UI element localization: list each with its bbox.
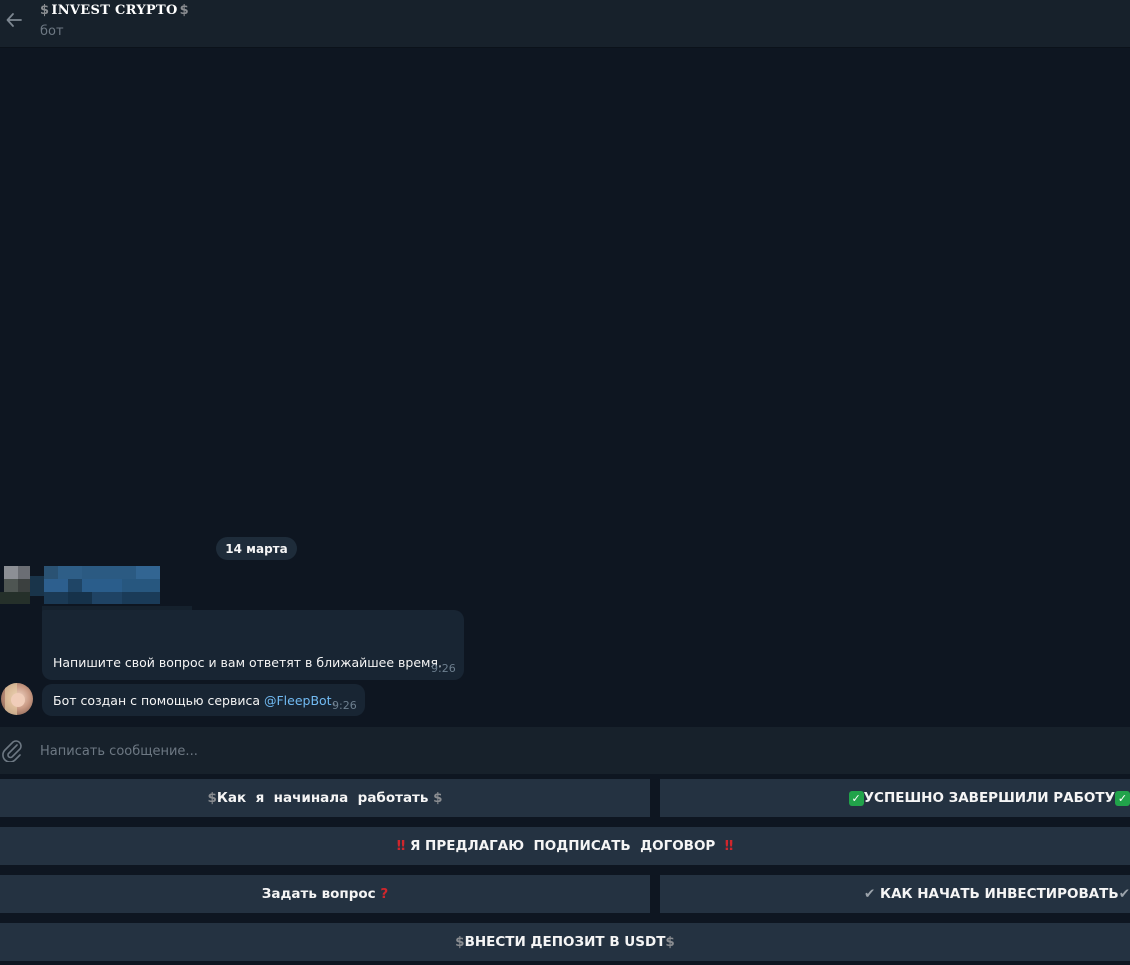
heavy-dollar-sign-icon: $: [665, 934, 675, 950]
heavy-dollar-sign-icon: $: [179, 3, 189, 18]
keyboard-button-how-to-invest[interactable]: ✔ КАК НАЧАТЬ ИНВЕСТИРОВАТЬ ✔: [660, 875, 1130, 913]
heavy-dollar-sign-icon: $: [455, 934, 465, 950]
message-time: 9:26: [431, 662, 456, 675]
chat-subtitle: бот: [40, 24, 64, 39]
avatar[interactable]: [1, 683, 33, 715]
keyboard-button-label: Задать вопрос: [261, 886, 381, 902]
paperclip-icon: [2, 740, 22, 762]
message-text: Бот создан с помощью сервиса @FleepBot.: [53, 693, 336, 708]
heavy-check-icon: ✔: [864, 886, 876, 902]
double-exclamation-icon: ‼: [396, 838, 406, 854]
keyboard-button-ask-question[interactable]: Задать вопрос ?: [0, 875, 650, 913]
keyboard-button-label: Как я начинала работать: [216, 790, 434, 806]
keyboard-button-contract[interactable]: ‼ Я ПРЕДЛАГАЮ ПОДПИСАТЬ ДОГОВОР ‼: [0, 827, 1130, 865]
check-mark-button-icon: ✓: [848, 790, 864, 806]
message-input[interactable]: [38, 737, 1102, 765]
telegram-chat-window: $ INVEST CRYPTO $ бот 14 марта Напишите …: [0, 0, 1130, 965]
message-area[interactable]: 14 марта Напишите свой вопрос и вам отве…: [0, 48, 1130, 727]
chat-title[interactable]: $ INVEST CRYPTO $: [40, 3, 189, 18]
fleepbot-link[interactable]: @FleepBot: [264, 693, 332, 708]
message-input-bar: [0, 727, 1130, 774]
heavy-dollar-sign-icon: $: [40, 3, 50, 18]
keyboard-button-label: Я ПРЕДЛАГАЮ ПОДПИСАТЬ ДОГОВОР: [405, 838, 725, 854]
message-bubble[interactable]: Напишите свой вопрос и вам ответят в бли…: [42, 610, 464, 680]
message-bubble[interactable]: Бот создан с помощью сервиса @FleepBot. …: [42, 684, 365, 716]
keyboard-button-success[interactable]: ✓ УСПЕШНО ЗАВЕРШИЛИ РАБОТУ ✓: [660, 779, 1130, 817]
heavy-dollar-sign-icon: $: [433, 790, 443, 806]
message-text: Напишите свой вопрос и вам ответят в бли…: [53, 655, 442, 670]
heavy-check-icon: ✔: [1118, 886, 1130, 902]
message-time: 9:26: [332, 699, 357, 712]
heavy-dollar-sign-icon: $: [207, 790, 217, 806]
keyboard-button-label: УСПЕШНО ЗАВЕРШИЛИ РАБОТУ: [863, 790, 1115, 806]
keyboard-button-deposit[interactable]: $ ВНЕСТИ ДЕПОЗИТ В USDT $: [0, 923, 1130, 961]
check-mark-button-icon: ✓: [1115, 790, 1130, 806]
arrow-left-icon: [6, 13, 22, 27]
keyboard-button-how-i-started[interactable]: $ Как я начинала работать $: [0, 779, 650, 817]
chat-header: $ INVEST CRYPTO $ бот: [0, 0, 1130, 48]
chat-title-text: INVEST CRYPTO: [51, 3, 178, 18]
keyboard-button-label: КАК НАЧАТЬ ИНВЕСТИРОВАТЬ: [875, 886, 1119, 902]
date-separator: 14 марта: [216, 537, 297, 560]
red-question-icon: ?: [380, 886, 389, 902]
keyboard-button-label: ВНЕСТИ ДЕПОЗИТ В USDT: [464, 934, 666, 950]
bot-keyboard: $ Как я начинала работать $ ✓ УСПЕШНО ЗАВЕ…: [0, 774, 1130, 965]
attach-button[interactable]: [0, 737, 24, 763]
double-exclamation-icon: ‼: [724, 838, 734, 854]
back-button[interactable]: [0, 4, 28, 36]
